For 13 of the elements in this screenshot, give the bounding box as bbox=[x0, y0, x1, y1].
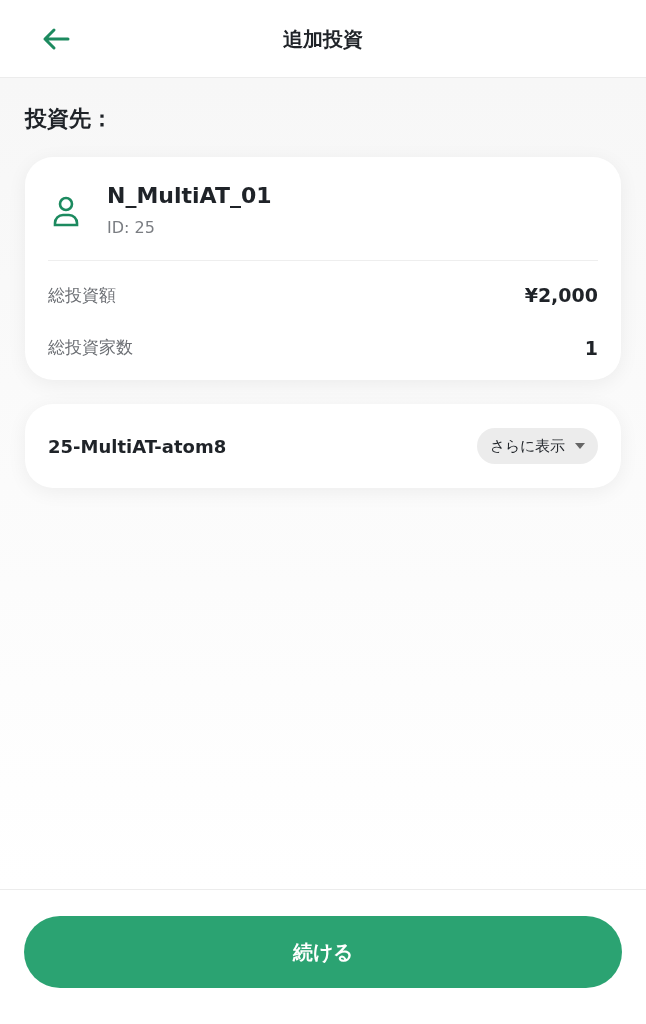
stat-value: 1 bbox=[584, 335, 598, 361]
investee-id: ID: 25 bbox=[107, 217, 156, 239]
stat-value: ¥2,000 bbox=[524, 283, 598, 308]
stat-label: 総投資額 bbox=[48, 283, 116, 307]
person-icon bbox=[53, 195, 79, 227]
caret-icon bbox=[575, 443, 585, 449]
back-arrow-icon bbox=[41, 26, 71, 51]
investee-name: N_MultiAT_01 bbox=[107, 182, 272, 210]
section-label: 投資先： bbox=[25, 105, 113, 133]
stat-label: 総投資家数 bbox=[48, 336, 133, 359]
show-more-button[interactable]: さらに表示 bbox=[477, 428, 598, 464]
item-name: 25-MultiAT-atom8 bbox=[48, 434, 227, 459]
page-title: 追加投資 bbox=[283, 26, 363, 53]
